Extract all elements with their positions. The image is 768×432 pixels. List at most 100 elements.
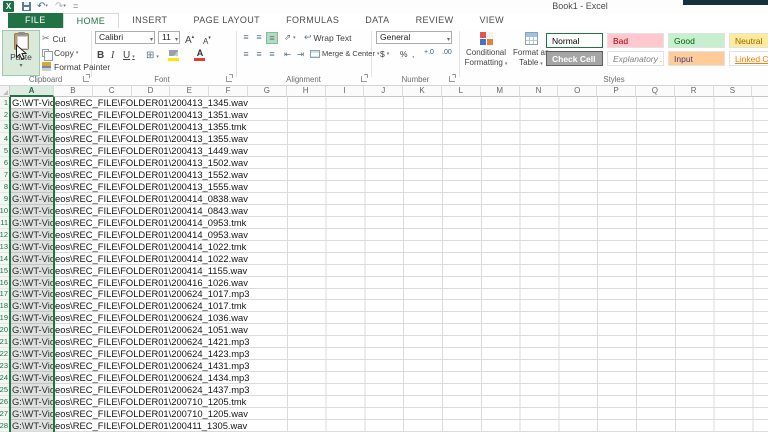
table-row[interactable]: G:\WT-Videos\REC_FILE\FOLDER01\200624_14… xyxy=(10,336,768,348)
orientation-button[interactable]: ⇗ ▾ xyxy=(284,32,296,43)
table-row[interactable]: G:\WT-Videos\REC_FILE\FOLDER01\200413_14… xyxy=(10,145,768,157)
table-row[interactable]: G:\WT-Videos\REC_FILE\FOLDER01\200624_14… xyxy=(10,384,768,396)
column-header-h[interactable]: H xyxy=(287,86,326,97)
percent-style-button[interactable]: % xyxy=(400,49,408,59)
comma-style-button[interactable]: , xyxy=(412,49,414,59)
table-row[interactable]: G:\WT-Videos\REC_FILE\FOLDER01\200624_14… xyxy=(10,372,768,384)
format-as-table-button[interactable]: Format as Table▾ xyxy=(511,30,551,76)
copy-dropdown-icon[interactable]: ▾ xyxy=(76,50,79,56)
column-header-r[interactable]: R xyxy=(675,86,714,97)
undo-dropdown-icon[interactable]: ▾ xyxy=(45,3,48,9)
decrease-indent-button[interactable]: ⇤ xyxy=(284,49,291,60)
row-number-16[interactable]: 16 xyxy=(0,277,9,289)
row-number-14[interactable]: 14 xyxy=(0,253,9,265)
row-number-2[interactable]: 2 xyxy=(0,109,9,121)
tab-insert[interactable]: INSERT xyxy=(119,13,180,28)
cell-style-explanatory[interactable]: Explanatory ... xyxy=(607,51,664,66)
row-number-25[interactable]: 25 xyxy=(0,384,9,396)
table-row[interactable]: G:\WT-Videos\REC_FILE\FOLDER01\200624_10… xyxy=(10,300,768,312)
column-header-b[interactable]: B xyxy=(54,86,93,97)
table-row[interactable]: G:\WT-Videos\REC_FILE\FOLDER01\200414_10… xyxy=(10,253,768,265)
accounting-format-button[interactable]: $ ▾ xyxy=(380,49,389,59)
conditional-formatting-dropdown-icon[interactable]: ▾ xyxy=(505,61,508,67)
select-all-corner[interactable] xyxy=(0,86,10,97)
row-number-3[interactable]: 3 xyxy=(0,121,9,133)
conditional-formatting-button[interactable]: Conditional Formatting▾ xyxy=(460,30,512,76)
row-number-26[interactable]: 26 xyxy=(0,396,9,408)
row-number-11[interactable]: 11 xyxy=(0,217,9,229)
column-header-s[interactable]: S xyxy=(714,86,753,97)
column-header-q[interactable]: Q xyxy=(636,86,675,97)
cell-style-good[interactable]: Good xyxy=(668,33,725,48)
tab-data[interactable]: DATA xyxy=(352,13,402,28)
column-header-e[interactable]: E xyxy=(170,86,209,97)
table-row[interactable]: G:\WT-Videos\REC_FILE\FOLDER01\200414_09… xyxy=(10,217,768,229)
decrease-font-size-button[interactable]: A▾ xyxy=(203,32,211,45)
cell-style-linked-c[interactable]: Linked C... xyxy=(729,51,768,66)
row-number-21[interactable]: 21 xyxy=(0,336,9,348)
row-number-8[interactable]: 8 xyxy=(0,181,9,193)
table-row[interactable]: G:\WT-Videos\REC_FILE\FOLDER01\200413_15… xyxy=(10,169,768,181)
font-name-dropdown-icon[interactable]: ▾ xyxy=(150,35,153,46)
bottom-align-button-selected[interactable]: ≡ xyxy=(266,32,278,44)
column-header-c[interactable]: C xyxy=(93,86,132,97)
table-row[interactable]: G:\WT-Videos\REC_FILE\FOLDER01\200414_11… xyxy=(10,265,768,277)
italic-button[interactable]: I xyxy=(111,49,114,62)
table-row[interactable]: G:\WT-Videos\REC_FILE\FOLDER01\200413_15… xyxy=(10,181,768,193)
table-row[interactable]: G:\WT-Videos\REC_FILE\FOLDER01\200414_09… xyxy=(10,229,768,241)
column-header-j[interactable]: J xyxy=(364,86,403,97)
row-number-6[interactable]: 6 xyxy=(0,157,9,169)
table-row[interactable]: G:\WT-Videos\REC_FILE\FOLDER01\200411_13… xyxy=(10,420,768,432)
table-row[interactable]: G:\WT-Videos\REC_FILE\FOLDER01\200624_10… xyxy=(10,289,768,301)
row-number-19[interactable]: 19 xyxy=(0,312,9,324)
merge-and-center-button[interactable]: Merge & Center ▾ xyxy=(310,49,379,58)
column-header-g[interactable]: G xyxy=(248,86,287,97)
cell-style-normal[interactable]: Normal xyxy=(546,33,603,48)
middle-align-button[interactable]: ≡ xyxy=(253,32,265,44)
font-size-dropdown-icon[interactable]: ▾ xyxy=(175,35,178,46)
row-number-10[interactable]: 10 xyxy=(0,205,9,217)
row-number-28[interactable]: 28 xyxy=(0,420,9,432)
table-row[interactable]: G:\WT-Videos\REC_FILE\FOLDER01\200416_10… xyxy=(10,277,768,289)
paste-button[interactable]: Paste ▾ xyxy=(2,30,40,76)
column-header-t[interactable]: T xyxy=(752,86,768,97)
bold-button[interactable]: B xyxy=(97,49,104,62)
orientation-dropdown-icon[interactable]: ▾ xyxy=(293,35,296,41)
center-button[interactable]: ≡ xyxy=(253,49,265,61)
top-align-button[interactable]: ≡ xyxy=(240,32,252,44)
decrease-decimal-button[interactable]: .00 xyxy=(442,49,452,56)
row-number-13[interactable]: 13 xyxy=(0,241,9,253)
wrap-text-button[interactable]: ↩ Wrap Text xyxy=(304,32,352,43)
table-row[interactable]: G:\WT-Videos\REC_FILE\FOLDER01\200624_14… xyxy=(10,360,768,372)
row-number-20[interactable]: 20 xyxy=(0,324,9,336)
row-number-27[interactable]: 27 xyxy=(0,408,9,420)
paste-dropdown-icon[interactable]: ▾ xyxy=(3,62,39,69)
table-row[interactable]: G:\WT-Videos\REC_FILE\FOLDER01\200624_10… xyxy=(10,324,768,336)
cell-style-check-cell[interactable]: Check Cell xyxy=(546,51,603,66)
number-format-dropdown-icon[interactable]: ▾ xyxy=(447,35,450,46)
cell-style-neutral[interactable]: Neutral xyxy=(729,33,768,48)
column-header-k[interactable]: K xyxy=(403,86,442,97)
row-number-7[interactable]: 7 xyxy=(0,169,9,181)
copy-button[interactable]: Copy ▾ xyxy=(42,46,78,59)
undo-button[interactable]: ↶▾ xyxy=(37,0,48,13)
font-color-button[interactable]: A xyxy=(194,49,206,62)
borders-button[interactable]: ⊞▾ xyxy=(146,49,159,62)
table-row[interactable]: G:\WT-Videos\REC_FILE\FOLDER01\200710_12… xyxy=(10,396,768,408)
align-left-button[interactable]: ≡ xyxy=(240,49,252,61)
table-row[interactable]: G:\WT-Videos\REC_FILE\FOLDER01\200413_13… xyxy=(10,133,768,145)
row-number-12[interactable]: 12 xyxy=(0,229,9,241)
increase-indent-button[interactable]: ⇥ xyxy=(297,49,304,60)
cell-style-input[interactable]: Input xyxy=(668,51,725,66)
row-number-1[interactable]: 1 xyxy=(0,97,9,109)
column-header-n[interactable]: N xyxy=(520,86,559,97)
accounting-dropdown-icon[interactable]: ▾ xyxy=(387,51,390,57)
row-number-17[interactable]: 17 xyxy=(0,289,9,301)
tab-file[interactable]: FILE xyxy=(8,13,63,28)
table-row[interactable]: G:\WT-Videos\REC_FILE\FOLDER01\200413_13… xyxy=(10,121,768,133)
increase-font-size-button[interactable]: A▴ xyxy=(185,31,194,44)
table-row[interactable]: G:\WT-Videos\REC_FILE\FOLDER01\200413_13… xyxy=(10,97,768,109)
font-name-combobox[interactable]: Calibri ▾ xyxy=(95,31,155,44)
row-number-18[interactable]: 18 xyxy=(0,300,9,312)
table-row[interactable]: G:\WT-Videos\REC_FILE\FOLDER01\200414_08… xyxy=(10,205,768,217)
